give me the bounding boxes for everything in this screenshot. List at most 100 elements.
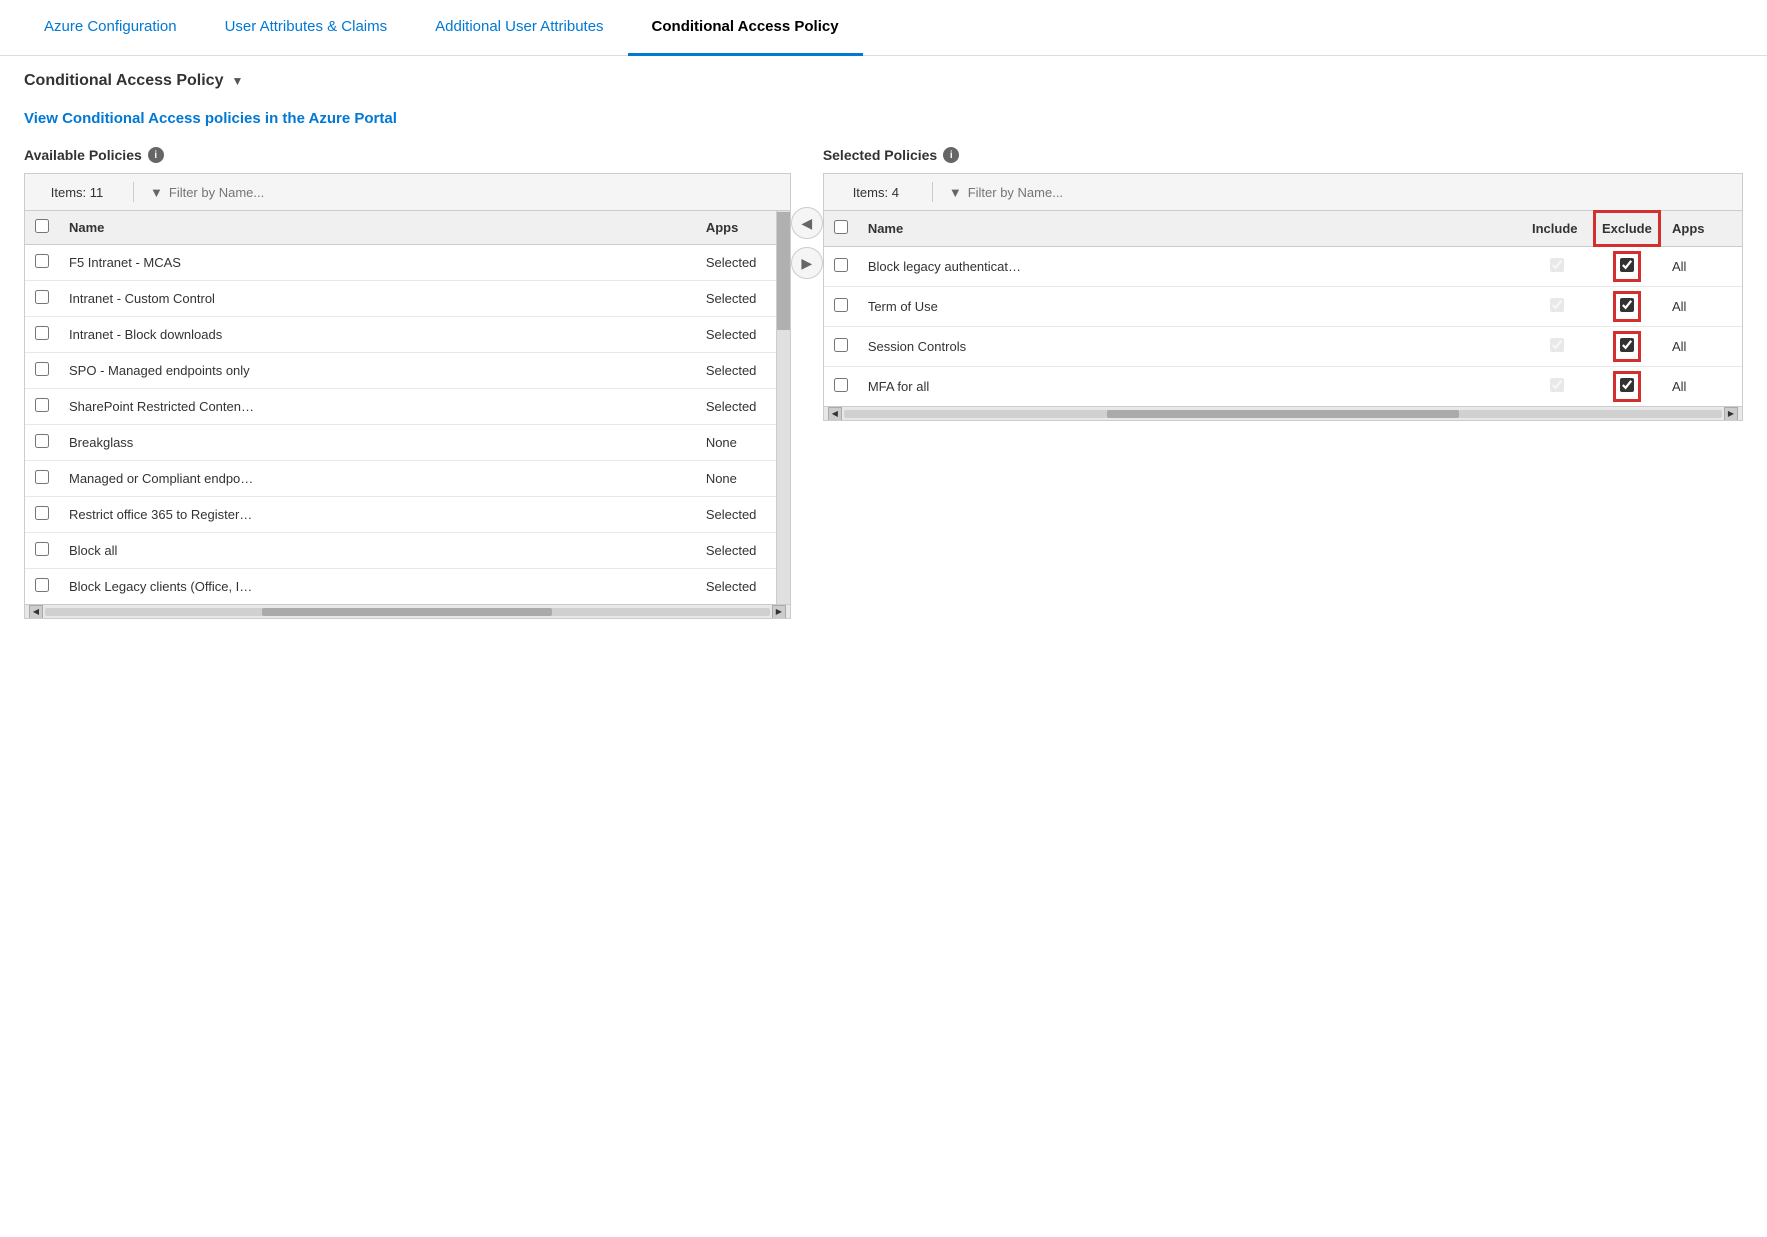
available-filter-icon: ▼ (150, 185, 163, 200)
nav-tab-additional-attrs[interactable]: Additional User Attributes (411, 0, 627, 56)
selected-row-apps: All (1662, 367, 1742, 407)
selected-row-include-cb-1[interactable] (1550, 298, 1564, 312)
select-all-available[interactable] (35, 219, 49, 233)
selected-header-include-col: Include (1522, 211, 1592, 247)
available-row-checkbox-0[interactable] (35, 254, 49, 268)
available-row-checkbox-cell (25, 353, 59, 389)
selected-row-exclude (1592, 247, 1662, 287)
selected-header-checkbox-col (824, 211, 858, 247)
selected-filter-input[interactable] (968, 185, 1730, 200)
available-header-apps-col: Apps (696, 211, 776, 245)
available-row-checkbox-4[interactable] (35, 398, 49, 412)
available-row-checkbox-9[interactable] (35, 578, 49, 592)
available-row-apps: Selected (696, 389, 776, 425)
available-row-name: F5 Intranet - MCAS (59, 245, 696, 281)
available-filter-container: ▼ (150, 185, 778, 200)
available-filter-input[interactable] (169, 185, 778, 200)
available-row-name: Restrict office 365 to Register… (59, 497, 696, 533)
page-content: Conditional Access Policy ▼ View Conditi… (0, 56, 1767, 635)
selected-row-include (1522, 247, 1592, 287)
select-all-selected[interactable] (834, 220, 848, 234)
selected-row-checkbox-cell (824, 327, 858, 367)
available-row-name: Intranet - Custom Control (59, 281, 696, 317)
toolbar-divider (133, 182, 134, 202)
selected-policies-panel: Selected Policies i Items: 4 ▼ (823, 147, 1743, 421)
selected-row: MFA for all All (824, 367, 1742, 407)
available-row: Restrict office 365 to Register… Selecte… (25, 497, 776, 533)
available-row: SharePoint Restricted Conten… Selected (25, 389, 776, 425)
selected-row-checkbox-2[interactable] (834, 338, 848, 352)
available-row: Intranet - Block downloads Selected (25, 317, 776, 353)
available-row-name: SharePoint Restricted Conten… (59, 389, 696, 425)
available-row-checkbox-cell (25, 317, 59, 353)
selected-policies-toolbar: Items: 4 ▼ (824, 174, 1742, 211)
selected-scroll-track (844, 410, 1722, 418)
dropdown-arrow-icon[interactable]: ▼ (231, 74, 243, 88)
selected-scroll-right-btn[interactable]: ▶ (1724, 407, 1738, 421)
available-policies-title: Available Policies i (24, 147, 791, 163)
selected-row-exclude-cb-3[interactable] (1620, 378, 1634, 392)
selected-row-exclude-cb-0[interactable] (1620, 258, 1634, 272)
selected-row-checkbox-3[interactable] (834, 378, 848, 392)
available-row-checkbox-7[interactable] (35, 506, 49, 520)
available-row: Breakglass None (25, 425, 776, 461)
move-right-btn[interactable]: ▶ (791, 247, 823, 279)
selected-horizontal-scrollbar[interactable]: ◀ ▶ (824, 406, 1742, 420)
move-left-btn[interactable]: ◀ (791, 207, 823, 239)
available-row-checkbox-cell (25, 245, 59, 281)
available-scroll-thumb (777, 212, 790, 330)
available-row-checkbox-6[interactable] (35, 470, 49, 484)
selected-row-include-cb-3[interactable] (1550, 378, 1564, 392)
selected-row-name: Session Controls (858, 327, 1522, 367)
selected-header-name-col: Name (858, 211, 1522, 247)
selected-row: Session Controls All (824, 327, 1742, 367)
selected-scroll-left-btn[interactable]: ◀ (828, 407, 842, 421)
available-row-apps: Selected (696, 281, 776, 317)
selected-row-checkbox-0[interactable] (834, 258, 848, 272)
available-items-count: Items: 11 (37, 185, 117, 200)
available-row: SPO - Managed endpoints only Selected (25, 353, 776, 389)
available-horizontal-scrollbar[interactable]: ◀ ▶ (25, 604, 790, 618)
available-row-apps: Selected (696, 317, 776, 353)
available-scroll-track (45, 608, 770, 616)
available-row-name: Breakglass (59, 425, 696, 461)
selected-policies-table-wrapper: Items: 4 ▼ Name Include Ex (823, 173, 1743, 421)
selected-policies-info-icon[interactable]: i (943, 147, 959, 163)
selected-table-body: Block legacy authenticat… All Term of Us… (824, 247, 1742, 407)
available-row-name: Block all (59, 533, 696, 569)
selected-row-include-cb-0[interactable] (1550, 258, 1564, 272)
selected-row-exclude-cb-2[interactable] (1620, 338, 1634, 352)
available-row-checkbox-1[interactable] (35, 290, 49, 304)
available-row-name: Block Legacy clients (Office, I… (59, 569, 696, 605)
azure-portal-link[interactable]: View Conditional Access policies in the … (24, 110, 397, 127)
available-row-apps: Selected (696, 497, 776, 533)
nav-tab-conditional-access[interactable]: Conditional Access Policy (628, 0, 863, 56)
selected-header-apps-col: Apps (1662, 211, 1742, 247)
available-row-checkbox-5[interactable] (35, 434, 49, 448)
available-scroll-left-btn[interactable]: ◀ (29, 605, 43, 619)
transfer-arrows: ◀ ▶ (791, 147, 823, 279)
page-title: Conditional Access Policy (24, 72, 223, 90)
available-row: Managed or Compliant endpo… None (25, 461, 776, 497)
available-row-checkbox-3[interactable] (35, 362, 49, 376)
available-row-name: SPO - Managed endpoints only (59, 353, 696, 389)
available-row-checkbox-8[interactable] (35, 542, 49, 556)
available-policies-info-icon[interactable]: i (148, 147, 164, 163)
nav-tab-azure-config[interactable]: Azure Configuration (20, 0, 201, 56)
nav-tab-user-attrs[interactable]: User Attributes & Claims (201, 0, 412, 56)
selected-row-exclude-cb-1[interactable] (1620, 298, 1634, 312)
selected-row-apps: All (1662, 247, 1742, 287)
available-vertical-scrollbar[interactable] (776, 211, 790, 604)
selected-row-include-cb-2[interactable] (1550, 338, 1564, 352)
available-row-checkbox-2[interactable] (35, 326, 49, 340)
selected-filter-icon: ▼ (949, 185, 962, 200)
selected-row-include (1522, 287, 1592, 327)
selected-row-checkbox-1[interactable] (834, 298, 848, 312)
selected-toolbar-divider (932, 182, 933, 202)
selected-policies-table: Name Include Exclude Apps Block legacy a… (824, 211, 1742, 406)
available-scroll-right-btn[interactable]: ▶ (772, 605, 786, 619)
selected-row-exclude (1592, 367, 1662, 407)
selected-filter-container: ▼ (949, 185, 1730, 200)
selected-row-checkbox-cell (824, 287, 858, 327)
available-policies-table-wrapper: Items: 11 ▼ Name (24, 173, 791, 619)
